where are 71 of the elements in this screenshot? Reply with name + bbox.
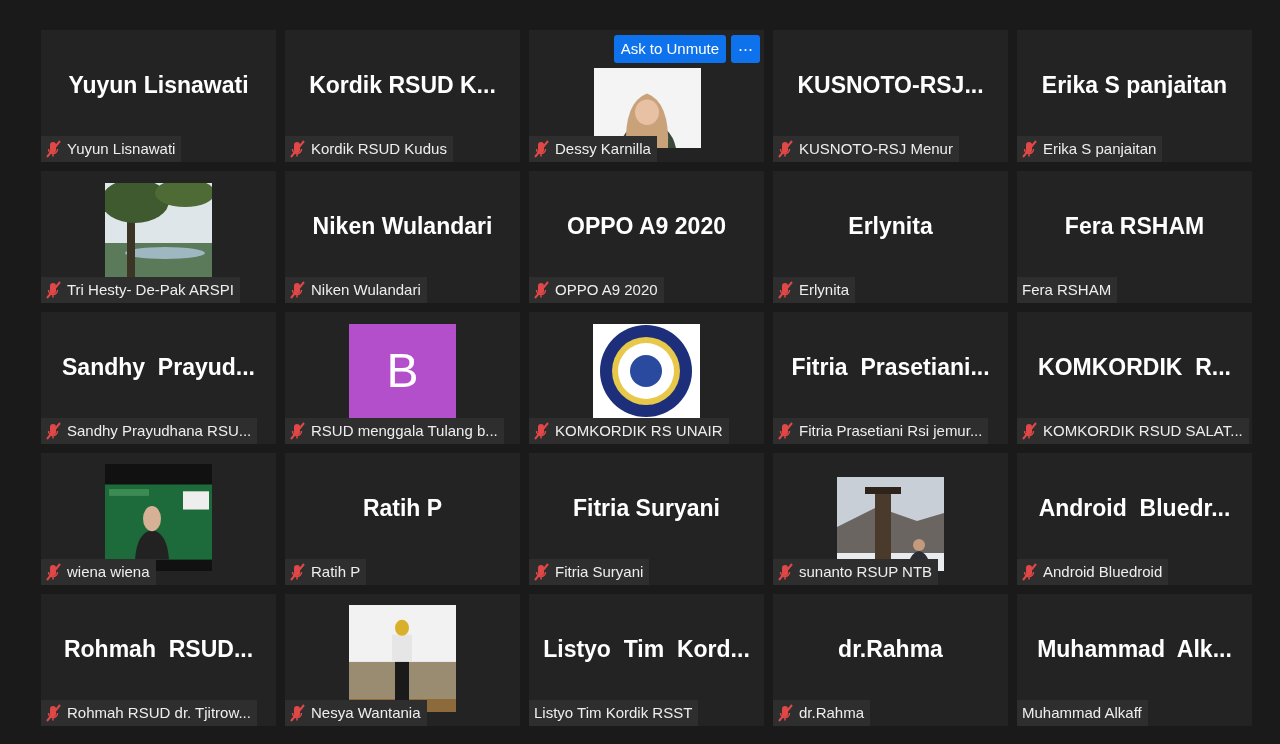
video-tile[interactable]: KOMKORDIK RS UNAIR xyxy=(529,312,764,444)
participant-name: Yuyun Lisnawati xyxy=(67,138,176,159)
video-tile[interactable]: Android Bluedr... Android Bluedroid xyxy=(1017,453,1252,585)
participant-name: Nesya Wantania xyxy=(311,702,421,723)
video-tile[interactable]: OPPO A9 2020 OPPO A9 2020 xyxy=(529,171,764,303)
display-name: Sandhy Prayud... xyxy=(62,352,255,382)
display-name: KUSNOTO-RSJ... xyxy=(797,70,984,100)
video-tile[interactable]: Fitria Prasetiani... Fitria Prasetiani Rsi jemur... xyxy=(773,312,1008,444)
display-name: Fera RSHAM xyxy=(1064,211,1205,241)
video-tile[interactable]: KUSNOTO-RSJ... KUSNOTO-RSJ Menur xyxy=(773,30,1008,162)
video-tile[interactable]: Muhammad Alk... Muhammad Alkaff xyxy=(1017,594,1252,726)
display-name: Niken Wulandari xyxy=(312,211,493,241)
video-tile[interactable]: Listyo Tim Kord... Listyo Tim Kordik RSST xyxy=(529,594,764,726)
video-tile[interactable]: Fitria Suryani Fitria Suryani xyxy=(529,453,764,585)
video-tile[interactable]: Ratih P Ratih P xyxy=(285,453,520,585)
display-name: KOMKORDIK R... xyxy=(1038,352,1231,382)
participant-name: OPPO A9 2020 xyxy=(555,279,658,300)
video-tile[interactable]: sunanto RSUP NTB xyxy=(773,453,1008,585)
display-name: Android Bluedr... xyxy=(1038,493,1231,523)
video-tile[interactable]: Ask to Unmute ⋯ Dessy Karnilla xyxy=(529,30,764,162)
participant-name: RSUD menggala Tulang b... xyxy=(311,420,498,441)
participant-name: Listyo Tim Kordik RSST xyxy=(534,702,693,723)
display-name: Erlynita xyxy=(848,211,933,241)
participant-name: dr.Rahma xyxy=(799,702,865,723)
video-tile[interactable]: Tri Hesty- De-Pak ARSPI xyxy=(41,171,276,303)
participant-name: Fera RSHAM xyxy=(1022,279,1112,300)
video-tile[interactable]: Sandhy Prayud... Sandhy Prayudhana RSU... xyxy=(41,312,276,444)
video-tile[interactable]: dr.Rahma dr.Rahma xyxy=(773,594,1008,726)
more-button[interactable]: ⋯ xyxy=(731,35,760,63)
participant-name: Dessy Karnilla xyxy=(555,138,651,159)
display-name: Muhammad Alk... xyxy=(1037,634,1232,664)
participant-name: Kordik RSUD Kudus xyxy=(311,138,447,159)
display-name: Erika S panjaitan xyxy=(1041,70,1228,100)
video-tile[interactable]: Niken Wulandari Niken Wulandari xyxy=(285,171,520,303)
participant-name: KOMKORDIK RSUD SALAT... xyxy=(1043,420,1243,441)
participant-name: Sandhy Prayudhana RSU... xyxy=(67,420,252,441)
display-name: Listyo Tim Kord... xyxy=(543,634,750,664)
participant-name: Erlynita xyxy=(799,279,850,300)
display-name: Kordik RSUD K... xyxy=(309,70,496,100)
video-tile[interactable]: B RSUD menggala Tulang b... xyxy=(285,312,520,444)
display-name: dr.Rahma xyxy=(838,634,943,664)
display-name: Yuyun Lisnawati xyxy=(68,70,249,100)
video-tile[interactable]: Erika S panjaitan Erika S panjaitan xyxy=(1017,30,1252,162)
ask-to-unmute-button[interactable]: Ask to Unmute xyxy=(613,35,726,63)
video-tile[interactable]: Erlynita Erlynita xyxy=(773,171,1008,303)
participant-name: Android Bluedroid xyxy=(1043,561,1163,582)
participant-name: Muhammad Alkaff xyxy=(1022,702,1142,723)
display-name: Ratih P xyxy=(362,493,443,523)
video-tile[interactable]: Nesya Wantania xyxy=(285,594,520,726)
participant-name: sunanto RSUP NTB xyxy=(799,561,933,582)
display-name: Fitria Prasetiani... xyxy=(791,352,990,382)
participant-name: Fitria Prasetiani Rsi jemur... xyxy=(799,420,983,441)
display-name: Rohmah RSUD... xyxy=(63,634,254,664)
participant-name: KUSNOTO-RSJ Menur xyxy=(799,138,953,159)
participant-name: wiena wiena xyxy=(67,561,150,582)
participant-name: Fitria Suryani xyxy=(555,561,644,582)
display-name: Fitria Suryani xyxy=(573,493,720,523)
participant-name: Erika S panjaitan xyxy=(1043,138,1157,159)
video-tile[interactable]: KOMKORDIK R... KOMKORDIK RSUD SALAT... xyxy=(1017,312,1252,444)
participant-name: Tri Hesty- De-Pak ARSPI xyxy=(67,279,234,300)
participant-name: Ratih P xyxy=(311,561,361,582)
video-tile[interactable]: Rohmah RSUD... Rohmah RSUD dr. Tjitrow... xyxy=(41,594,276,726)
video-tile[interactable]: Yuyun Lisnawati Yuyun Lisnawati xyxy=(41,30,276,162)
display-name: OPPO A9 2020 xyxy=(567,211,726,241)
participant-name: Niken Wulandari xyxy=(311,279,421,300)
participant-name: Rohmah RSUD dr. Tjitrow... xyxy=(67,702,251,723)
video-tile[interactable]: wiena wiena xyxy=(41,453,276,585)
video-tile[interactable]: Fera RSHAM Fera RSHAM xyxy=(1017,171,1252,303)
video-tile[interactable]: Kordik RSUD K... Kordik RSUD Kudus xyxy=(285,30,520,162)
participant-name: KOMKORDIK RS UNAIR xyxy=(555,420,723,441)
avatar-letter: B xyxy=(349,324,456,418)
